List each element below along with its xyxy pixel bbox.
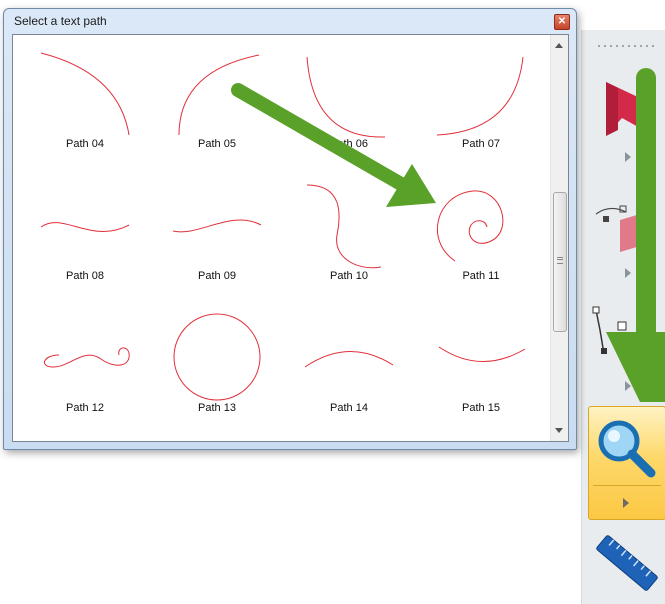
- scroll-grip-icon: [557, 257, 563, 264]
- path-08-preview: [40, 222, 130, 232]
- path-option-04[interactable]: Path 04: [19, 43, 151, 175]
- path-option-15[interactable]: Path 15: [415, 307, 547, 439]
- path-label: Path 12: [66, 402, 104, 414]
- flyout-arrow-icon[interactable]: [625, 152, 631, 162]
- path-option-11[interactable]: Path 11: [415, 175, 547, 307]
- path-label: Path 15: [462, 402, 500, 414]
- close-button[interactable]: ✕: [554, 14, 570, 30]
- path-05-preview: [178, 54, 260, 136]
- measure-ruler-icon[interactable]: [592, 528, 662, 598]
- path-option-08[interactable]: Path 08: [19, 175, 151, 307]
- path-09-preview: [172, 219, 262, 233]
- path-label: Path 09: [198, 270, 236, 282]
- path-option-07[interactable]: Path 07: [415, 43, 547, 175]
- path-14-preview: [304, 351, 394, 368]
- path-10-preview: [306, 184, 382, 269]
- path-06-preview: [306, 56, 386, 138]
- path-gallery: Path 04 Path 05 Path 06 Path 07 Path 08 …: [12, 34, 569, 442]
- path-04-preview: [40, 52, 130, 136]
- path-option-13[interactable]: Path 13: [151, 307, 283, 439]
- path-label: Path 10: [330, 270, 368, 282]
- path-label: Path 07: [462, 138, 500, 150]
- path-option-10[interactable]: Path 10: [283, 175, 415, 307]
- path-option-09[interactable]: Path 09: [151, 175, 283, 307]
- close-icon: ✕: [557, 16, 567, 27]
- scroll-down-icon[interactable]: [555, 428, 563, 433]
- path-label: Path 11: [462, 270, 500, 282]
- scroll-up-icon[interactable]: [555, 43, 563, 48]
- scroll-thumb[interactable]: [553, 192, 567, 332]
- path-label: Path 13: [198, 402, 236, 414]
- toolbar-grip[interactable]: [596, 44, 656, 48]
- flyout-arrow-icon[interactable]: [625, 381, 631, 391]
- magnifier-icon: [598, 420, 656, 478]
- path-label: Path 14: [330, 402, 368, 414]
- path-option-12[interactable]: Path 12: [19, 307, 151, 439]
- path-option-06[interactable]: Path 06: [283, 43, 415, 175]
- zoom-flyout-arrow-icon[interactable]: [623, 498, 629, 508]
- path-11-preview: [436, 190, 504, 262]
- path-label: Path 05: [198, 138, 236, 150]
- zoom-button-divider: [593, 485, 661, 486]
- gallery-scrollbar[interactable]: [550, 35, 568, 441]
- path-option-05[interactable]: Path 05: [151, 43, 283, 175]
- path-label: Path 08: [66, 270, 104, 282]
- path-label: Path 06: [330, 138, 368, 150]
- select-text-path-dialog: Select a text path ✕ Path 04 Path 05 Pat…: [3, 8, 577, 450]
- path-option-14[interactable]: Path 14: [283, 307, 415, 439]
- path-13-preview: [173, 313, 261, 401]
- dialog-title: Select a text path: [14, 14, 107, 28]
- flyout-arrow-icon[interactable]: [625, 268, 631, 278]
- zoom-tool-button[interactable]: [588, 406, 665, 520]
- path-label: Path 04: [66, 138, 104, 150]
- path-07-preview: [436, 56, 524, 136]
- path-15-preview: [438, 346, 526, 362]
- path-12-preview: [44, 347, 130, 368]
